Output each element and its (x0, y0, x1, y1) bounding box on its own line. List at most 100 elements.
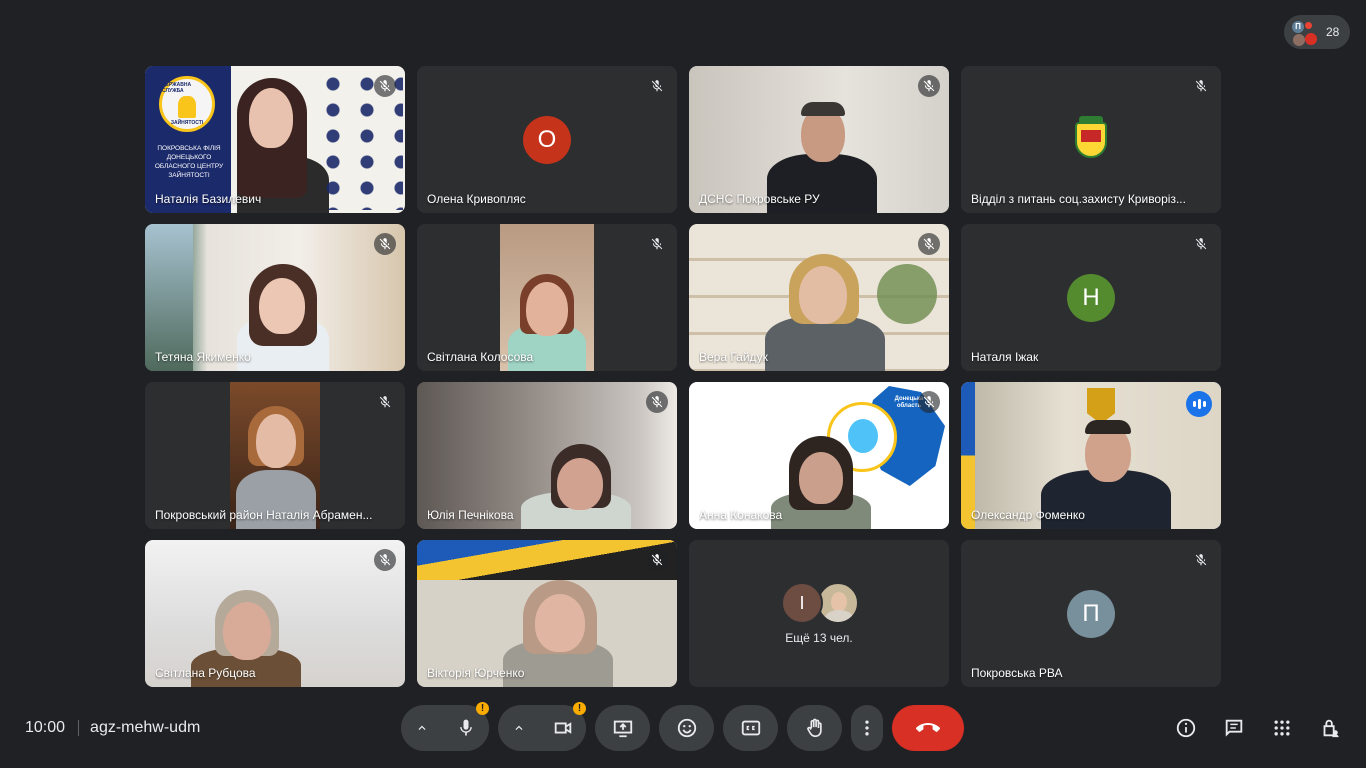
muted-indicator (918, 233, 940, 255)
raise-hand-button[interactable] (787, 705, 842, 751)
participant-tile[interactable]: Юлія Печнікова (417, 382, 677, 529)
participant-tile[interactable]: Покровський район Наталія Абрамен... (145, 382, 405, 529)
participant-tile[interactable]: Тетяна Якименко (145, 224, 405, 371)
participant-tile[interactable]: ДЕРЖАВНА СЛУЖБА ЗАЙНЯТОСТІ ПОКРОВСЬКА ФІ… (145, 66, 405, 213)
participant-name: Олена Кривопляс (427, 192, 526, 206)
audio-settings-button[interactable] (401, 705, 443, 751)
avatar: П (1067, 589, 1115, 638)
video-settings-button[interactable] (498, 705, 540, 751)
videocam-icon (554, 722, 572, 734)
divider (78, 720, 80, 736)
video-feed (417, 540, 677, 687)
person-face (535, 594, 585, 652)
lock-person-icon (1323, 719, 1339, 738)
flag-banner (417, 540, 677, 580)
reactions-button[interactable] (659, 705, 714, 751)
video-feed (689, 224, 949, 371)
muted-indicator (374, 549, 396, 571)
video-feed (145, 224, 405, 371)
plant (877, 264, 937, 324)
video-feed (961, 382, 1221, 529)
more-options-button[interactable] (851, 705, 883, 751)
mic-off-icon (923, 238, 935, 250)
mic-off-icon (379, 80, 391, 92)
mic-off-icon (923, 80, 935, 92)
person-face (799, 452, 843, 504)
closed-caption-icon (741, 720, 760, 736)
participant-tile[interactable]: Н Наталя Іжак (961, 224, 1221, 371)
muted-indicator (918, 391, 940, 413)
mini-avatar-dot (1305, 22, 1312, 29)
participant-name: Відділ з питань соц.захисту Криворіз... (971, 192, 1186, 206)
participant-name: Наталія Базилевич (155, 192, 262, 206)
poster-caption: ПОКРОВСЬКА ФІЛІЯ ДОНЕЦЬКОГО ОБЛАСНОГО ЦЕ… (154, 145, 224, 179)
dsz-logo: ДЕРЖАВНА СЛУЖБА ЗАЙНЯТОСТІ (159, 76, 215, 132)
mic-off-icon (379, 238, 391, 250)
participant-name: Світлана Колосова (427, 350, 534, 364)
video-feed (417, 382, 677, 529)
participants-count-button[interactable]: П 28 (1284, 15, 1350, 49)
more-participants-label: Ещё 13 чел. (785, 631, 853, 645)
muted-indicator (646, 549, 668, 571)
host-controls-button[interactable] (1314, 712, 1346, 744)
muted-indicator (374, 391, 396, 413)
side-panel-controls (1170, 712, 1346, 744)
muted-indicator (646, 391, 668, 413)
participant-tile[interactable]: ДСНС Покровське РУ (689, 66, 949, 213)
video-feed: ДЕРЖАВНА СЛУЖБА ЗАЙНЯТОСТІ ПОКРОВСЬКА ФІ… (145, 66, 405, 213)
participant-name: Світлана Рубцова (155, 666, 256, 680)
participant-tile[interactable]: Світлана Рубцова (145, 540, 405, 687)
microphone-button[interactable]: ! (443, 702, 489, 751)
person-face (223, 602, 271, 660)
chat-icon (1225, 719, 1243, 737)
chat-button[interactable] (1218, 712, 1250, 744)
muted-indicator (1190, 233, 1212, 255)
mic-off-icon (923, 396, 935, 408)
meeting-details-button[interactable] (1170, 712, 1202, 744)
mic-off-icon (651, 238, 663, 250)
participant-name: Олександр Фоменко (971, 508, 1085, 522)
participant-name: Покровська РВА (971, 666, 1063, 680)
person-face (799, 266, 847, 324)
participant-tile[interactable]: Вера Гайдук (689, 224, 949, 371)
video-feed (500, 224, 594, 371)
participant-tile[interactable]: П Покровська РВА (961, 540, 1221, 687)
participant-tile[interactable]: Вікторія Юрченко (417, 540, 677, 687)
chevron-up-icon (418, 725, 426, 730)
leave-call-button[interactable] (892, 705, 964, 751)
muted-indicator (1190, 549, 1212, 571)
participant-name: Анна Конакова (699, 508, 783, 522)
activities-button[interactable] (1266, 712, 1298, 744)
person-face (557, 458, 603, 510)
mini-avatar (1305, 33, 1317, 45)
participant-tile[interactable]: Олександр Фоменко (961, 382, 1221, 529)
meeting-code[interactable]: agz-mehw-udm (90, 719, 200, 737)
meet-window: П 28 ДЕРЖАВНА СЛУЖБА ЗАЙНЯТОСТІ ПОКРОВСЬ… (0, 0, 1366, 768)
captions-button[interactable] (723, 705, 778, 751)
muted-indicator (374, 233, 396, 255)
participant-name: Тетяна Якименко (155, 350, 251, 364)
logo-text: ДЕРЖАВНА СЛУЖБА (162, 82, 192, 94)
call-end-icon (916, 723, 940, 732)
video-feed: Донецька область (689, 382, 949, 529)
participant-tile[interactable]: Відділ з питань соц.захисту Криворіз... (961, 66, 1221, 213)
participant-tile[interactable]: Світлана Колосова (417, 224, 677, 371)
present-to-all-icon (613, 720, 632, 738)
video-feed (145, 540, 405, 687)
avatar-photo (817, 582, 859, 624)
participant-tile[interactable]: О Олена Кривопляс (417, 66, 677, 213)
participant-name: Покровський район Наталія Абрамен... (155, 508, 373, 522)
apps-icon (1274, 720, 1290, 736)
hand-icon (806, 718, 822, 738)
call-controls: ! ! (401, 702, 964, 751)
participant-tile[interactable]: Донецька область Анна Конакова (689, 382, 949, 529)
mic-control-group: ! (401, 702, 489, 751)
person-face (259, 278, 305, 334)
present-screen-button[interactable] (595, 705, 650, 751)
video-feed (689, 66, 949, 213)
muted-indicator (374, 75, 396, 97)
participant-name: Наталя Іжак (971, 350, 1039, 364)
mic-off-icon (1195, 80, 1207, 92)
more-participants-tile[interactable]: І Ещё 13 чел. (689, 540, 949, 687)
camera-button[interactable]: ! (540, 702, 586, 751)
